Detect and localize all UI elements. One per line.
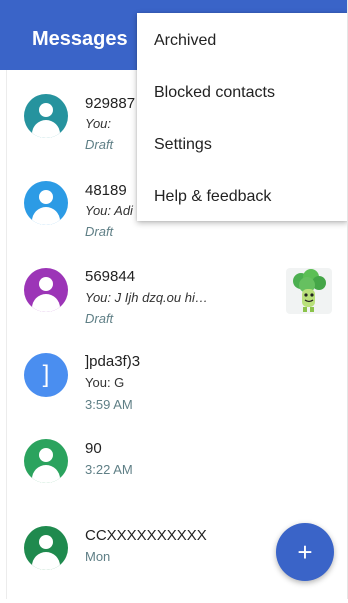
broccoli-sticker[interactable] xyxy=(286,268,332,314)
conversation-snippet: You: G xyxy=(85,375,125,390)
new-conversation-button[interactable]: + xyxy=(276,523,334,581)
person-icon xyxy=(39,535,53,549)
plus-icon: + xyxy=(297,537,313,567)
conversation-meta: 3:22 AM xyxy=(85,462,133,477)
conversation-snippet: You: xyxy=(85,116,112,131)
conversation-snippet: You: Adi xyxy=(85,203,133,218)
conversation-name: 90 xyxy=(85,440,102,457)
avatar xyxy=(24,526,68,570)
conversation-name: ]pda3f)3 xyxy=(85,353,141,370)
person-icon xyxy=(39,103,53,117)
conversation-meta: Draft xyxy=(85,137,114,152)
menu-item-label: Help & feedback xyxy=(154,188,272,205)
conversation-meta: 3:59 AM xyxy=(85,397,133,412)
conversation-name: 48189 xyxy=(85,182,127,199)
conversation-snippet: You: J Ijh dzq.ou hi… xyxy=(85,290,208,305)
menu-item-label: Settings xyxy=(154,136,212,153)
avatar xyxy=(24,268,68,312)
conversation-name: 929887 xyxy=(85,95,136,112)
avatar: ] xyxy=(24,353,68,397)
menu-item-blocked-contacts[interactable]: Blocked contacts xyxy=(137,67,348,119)
conversation-name: 569844 xyxy=(85,268,136,285)
person-icon xyxy=(39,448,53,462)
avatar xyxy=(24,181,68,225)
menu-item-settings[interactable]: Settings xyxy=(137,119,348,171)
conversation-name: CCXXXXXXXXXX xyxy=(85,527,207,544)
conversation-row[interactable]: 90 3:22 AM xyxy=(0,430,348,516)
conversation-row[interactable]: ] ]pda3f)3 You: G 3:59 AM xyxy=(0,343,348,429)
overflow-menu: Archived Blocked contacts Settings Help … xyxy=(137,13,348,221)
avatar xyxy=(24,94,68,138)
person-icon xyxy=(39,277,53,291)
menu-item-help-feedback[interactable]: Help & feedback xyxy=(137,171,348,223)
avatar-letter: ] xyxy=(42,361,50,388)
avatar xyxy=(24,439,68,483)
menu-item-archived[interactable]: Archived xyxy=(137,15,348,67)
person-icon xyxy=(39,190,53,204)
menu-item-label: Archived xyxy=(154,32,217,49)
app-title: Messages xyxy=(32,28,128,50)
conversation-meta: Draft xyxy=(85,311,114,326)
conversation-meta: Draft xyxy=(85,224,114,239)
conversation-meta: Mon xyxy=(85,549,111,564)
menu-item-label: Blocked contacts xyxy=(154,84,275,101)
broccoli-icon xyxy=(293,269,326,312)
